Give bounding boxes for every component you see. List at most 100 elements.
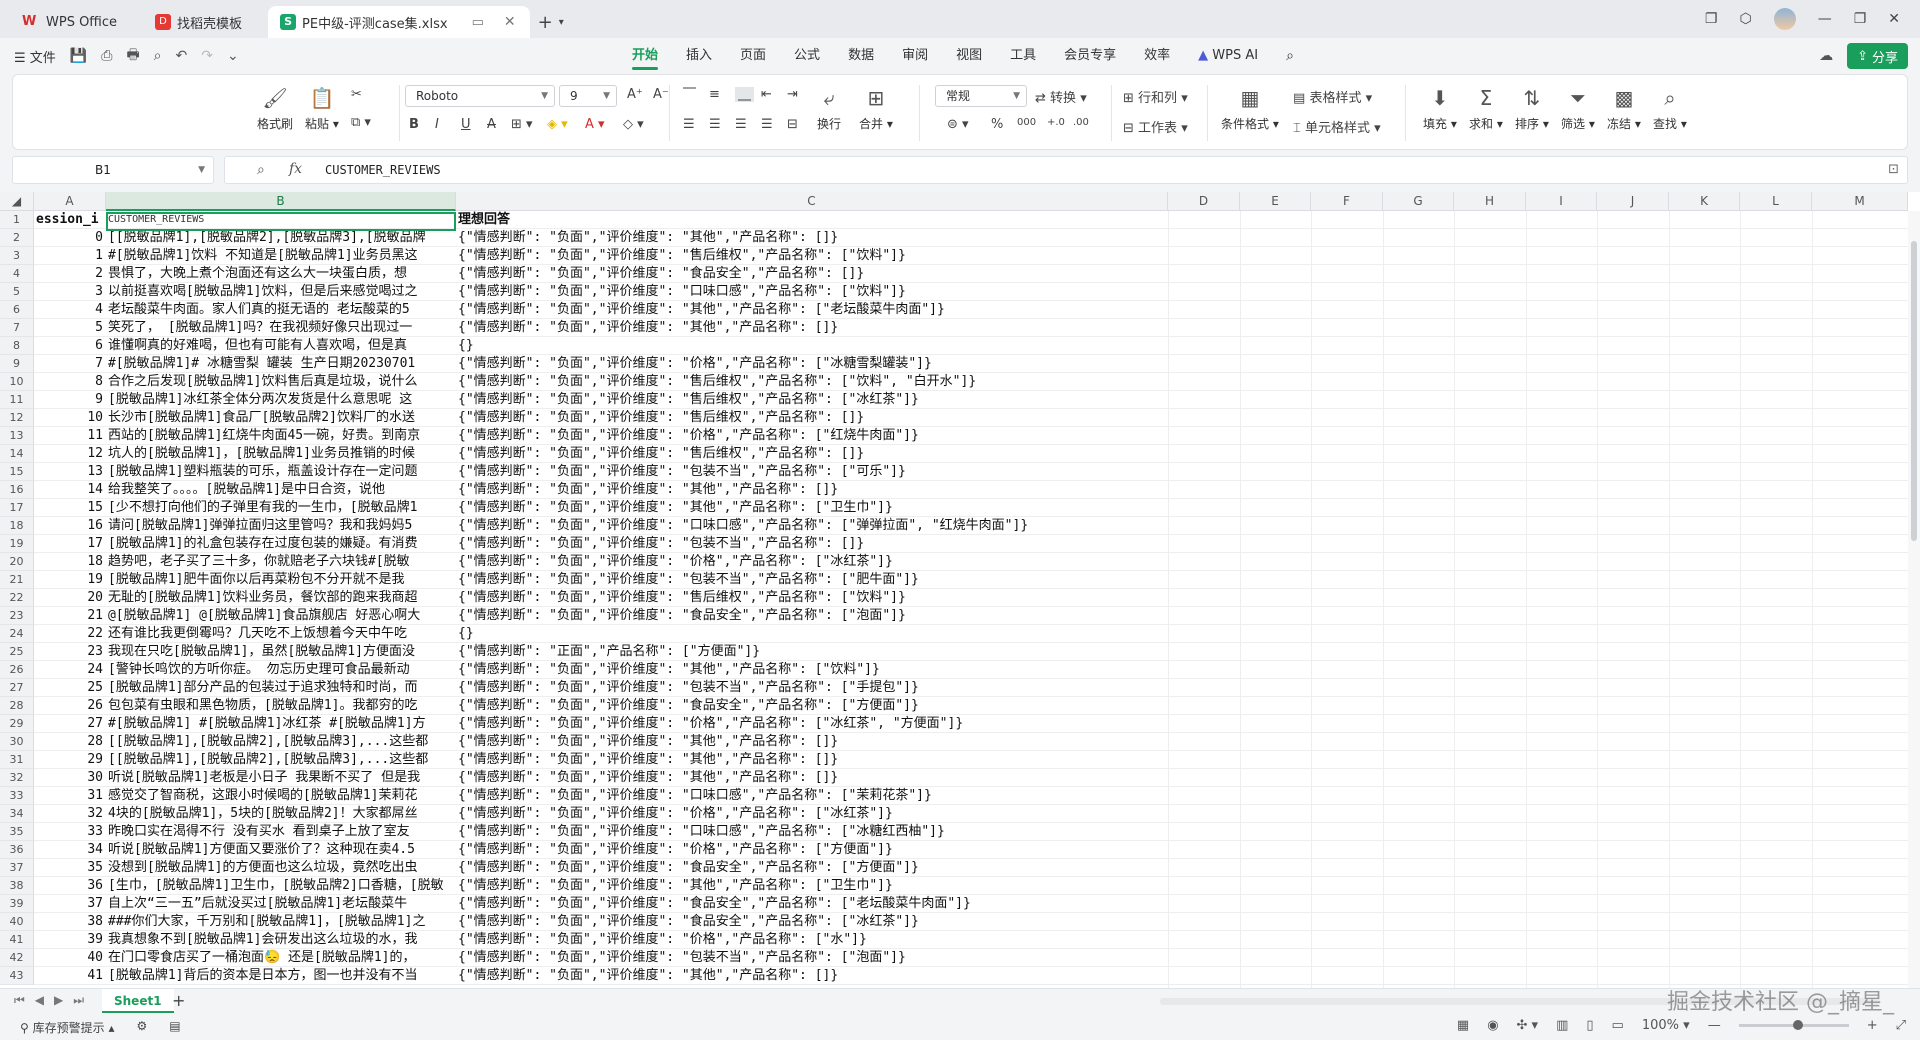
table-row[interactable]: 15 [少不想打向他们的子弹里有我的一生巾，[脱敏品牌1 {"情感判断": "负面"… bbox=[34, 499, 1920, 517]
cell-b1[interactable]: CUSTOMER_REVIEWS bbox=[106, 211, 456, 229]
sheet-nav-icons[interactable]: ⏮◀▶⏭ bbox=[14, 993, 94, 1008]
distribute-icon[interactable]: ⊟ bbox=[787, 117, 798, 132]
cell-b[interactable]: #[脱敏品牌1] #[脱敏品牌1]冰红茶 #[脱敏品牌1]方 bbox=[106, 715, 456, 733]
table-row[interactable]: 17 [脱敏品牌1]的礼盒包装存在过度包装的嫌疑。有消费 {"情感判断": "负面"… bbox=[34, 535, 1920, 553]
minimize-icon[interactable]: — bbox=[1818, 11, 1832, 27]
cell-a[interactable]: 8 bbox=[34, 373, 106, 391]
cell-a[interactable]: 37 bbox=[34, 895, 106, 913]
column-header-b[interactable]: B bbox=[106, 192, 456, 211]
merge-button[interactable]: ⊞ 合并 ▾ bbox=[859, 85, 893, 132]
row-header[interactable]: 24 bbox=[0, 625, 34, 643]
cell-a[interactable]: 2 bbox=[34, 265, 106, 283]
cell-a[interactable]: 6 bbox=[34, 337, 106, 355]
row-header[interactable]: 37 bbox=[0, 859, 34, 877]
add-sheet-icon[interactable]: + bbox=[172, 991, 185, 1010]
spreadsheet-grid[interactable]: ◢ A B C D E F G H I J K L M 1 ession_i C… bbox=[0, 192, 1920, 988]
column-header-j[interactable]: J bbox=[1597, 192, 1669, 211]
cell-a[interactable]: 12 bbox=[34, 445, 106, 463]
row-header[interactable]: 14 bbox=[0, 445, 34, 463]
row-header[interactable]: 19 bbox=[0, 535, 34, 553]
cell-c[interactable]: {"情感判断": "负面","评价维度": "口味口感","产品名称": ["茉… bbox=[456, 787, 1156, 805]
table-row[interactable]: 34 听说[脱敏品牌1]方便面又要涨价了？这种现在卖4.5 {"情感判断": "负面… bbox=[34, 841, 1920, 859]
cell-a[interactable]: 4 bbox=[34, 301, 106, 319]
font-color-icon[interactable]: A ▾ bbox=[585, 117, 605, 132]
table-row[interactable]: 13 [脱敏品牌1]塑料瓶装的可乐，瓶盖设计存在一定问题 {"情感判断": "负面"… bbox=[34, 463, 1920, 481]
cell-b[interactable]: 4块的[脱敏品牌1]，5块的[脱敏品牌2]！大家都屌丝 bbox=[106, 805, 456, 823]
tab-home[interactable]: 开始 bbox=[618, 38, 672, 74]
format-painter-button[interactable]: 🖌 格式刷 bbox=[257, 85, 293, 132]
cell-a[interactable]: 29 bbox=[34, 751, 106, 769]
cell-b[interactable]: 我真想象不到[脱敏品牌1]会研发出这么垃圾的水，我 bbox=[106, 931, 456, 949]
zoom-in-icon[interactable]: + bbox=[1867, 1018, 1878, 1033]
cell-c[interactable]: {"情感判断": "负面","评价维度": "售后维权","产品名称": []} bbox=[456, 409, 1156, 427]
cell-c[interactable]: {"情感判断": "负面","评价维度": "其他","产品名称": []} bbox=[456, 733, 1156, 751]
close-window-icon[interactable]: ✕ bbox=[1888, 11, 1900, 27]
cell-c[interactable]: {"情感判断": "负面","评价维度": "价格","产品名称": ["水"]… bbox=[456, 931, 1156, 949]
row-header[interactable]: 4 bbox=[0, 265, 34, 283]
cell-a[interactable]: 35 bbox=[34, 859, 106, 877]
cell-b[interactable]: [[脱敏品牌1],[脱敏品牌2],[脱敏品牌3],[脱敏品牌 bbox=[106, 229, 456, 247]
cell-b[interactable]: 还有谁比我更倒霉吗？几天吃不上饭想着今天中午吃 bbox=[106, 625, 456, 643]
table-row[interactable]: 24 [警钟长鸣饮的方听你症。 勿忘历史理可食品最新动 {"情感判断": "负面",… bbox=[34, 661, 1920, 679]
cell-a[interactable]: 22 bbox=[34, 625, 106, 643]
cell-a[interactable]: 18 bbox=[34, 553, 106, 571]
row-header[interactable]: 8 bbox=[0, 337, 34, 355]
print-icon[interactable]: 🖶 bbox=[126, 44, 139, 68]
cell-c[interactable]: {"情感判断": "负面","评价维度": "包装不当","产品名称": []} bbox=[456, 535, 1156, 553]
cell-a[interactable]: 10 bbox=[34, 409, 106, 427]
cell-c[interactable]: {"情感判断": "负面","评价维度": "价格","产品名称": ["冰糖雪… bbox=[456, 355, 1156, 373]
cell-c[interactable]: {"情感判断": "负面","评价维度": "其他","产品名称": ["饮料"… bbox=[456, 661, 1156, 679]
conditional-format-button[interactable]: ▦ 条件格式 ▾ bbox=[1221, 85, 1279, 132]
clear-format-icon[interactable]: ◇ ▾ bbox=[623, 117, 644, 132]
cell-a[interactable]: 36 bbox=[34, 877, 106, 895]
maximize-icon[interactable]: ❐ bbox=[1854, 11, 1867, 27]
cell-c1[interactable]: 理想回答 bbox=[456, 211, 1156, 229]
cell-c[interactable]: {"情感判断": "正面","产品名称": ["方便面"]} bbox=[456, 643, 1156, 661]
row-header[interactable]: 11 bbox=[0, 391, 34, 409]
table-row[interactable]: 4 老坛酸菜牛肉面。家人们真的挺无语的 老坛酸菜的5 {"情感判断": "负面","… bbox=[34, 301, 1920, 319]
align-left-icon[interactable]: ☰ bbox=[683, 117, 695, 132]
bold-icon[interactable]: B bbox=[409, 117, 419, 132]
table-row[interactable]: 28 [[脱敏品牌1],[脱敏品牌2],[脱敏品牌3],...这些都 {"情感判断"… bbox=[34, 733, 1920, 751]
cell-b[interactable]: 谁懂啊真的好难喝，但也有可能有人喜欢喝，但是真 bbox=[106, 337, 456, 355]
restore-layout-icon[interactable]: ❐ bbox=[1705, 11, 1718, 27]
row-header[interactable]: 34 bbox=[0, 805, 34, 823]
table-row[interactable]: 33 昨晚口实在渴得不行 没有买水 看到桌子上放了室友 {"情感判断": "负面",… bbox=[34, 823, 1920, 841]
row-header[interactable]: 26 bbox=[0, 661, 34, 679]
italic-icon[interactable]: I bbox=[435, 117, 439, 132]
currency-icon[interactable]: ⊜ ▾ bbox=[947, 117, 969, 132]
cell-c[interactable]: {"情感判断": "负面","评价维度": "其他","产品名称": ["卫生巾… bbox=[456, 499, 1156, 517]
column-header-d[interactable]: D bbox=[1168, 192, 1240, 211]
cell-a[interactable]: 21 bbox=[34, 607, 106, 625]
column-header-c[interactable]: C bbox=[456, 192, 1168, 211]
cell-b[interactable]: 给我整笑了。。。。[脱敏品牌1]是中日合资，说他 bbox=[106, 481, 456, 499]
export-icon[interactable]: ⎙ bbox=[101, 48, 112, 64]
layout-icon[interactable]: ▦ bbox=[1457, 1018, 1469, 1033]
cell-b[interactable]: [脱敏品牌1]塑料瓶装的可乐，瓶盖设计存在一定问题 bbox=[106, 463, 456, 481]
sheet-tab-sheet1[interactable]: Sheet1 bbox=[102, 989, 174, 1013]
cell-b[interactable]: 自上次“三一五”后就没买过[脱敏品牌1]老坛酸菜牛 bbox=[106, 895, 456, 913]
column-header-m[interactable]: M bbox=[1812, 192, 1908, 211]
cell-b[interactable]: #[脱敏品牌1]饮料 不知道是[脱敏品牌1]业务员黑这 bbox=[106, 247, 456, 265]
cell-b[interactable]: [警钟长鸣饮的方听你症。 勿忘历史理可食品最新动 bbox=[106, 661, 456, 679]
row-header[interactable]: 38 bbox=[0, 877, 34, 895]
strikethrough-icon[interactable]: A bbox=[487, 117, 496, 132]
column-header-l[interactable]: L bbox=[1740, 192, 1812, 211]
row-header[interactable]: 7 bbox=[0, 319, 34, 337]
thousands-icon[interactable]: 000 bbox=[1017, 117, 1036, 128]
table-row[interactable]: 10 长沙市[脱敏品牌1]食品厂[脱敏品牌2]饮料厂的水送 {"情感判断": "负面… bbox=[34, 409, 1920, 427]
cell-b[interactable]: 合作之后发现[脱敏品牌1]饮料售后真是垃圾，说什么 bbox=[106, 373, 456, 391]
tab-review[interactable]: 审阅 bbox=[888, 38, 942, 74]
tab-tools[interactable]: 工具 bbox=[996, 38, 1050, 74]
redo-icon[interactable]: ↷ bbox=[201, 48, 213, 64]
cloud-upload-icon[interactable]: ☁ bbox=[1819, 48, 1833, 64]
table-row[interactable]: 41 [脱敏品牌1]背后的资本是日本方，图一也并没有不当 {"情感判断": "负面"… bbox=[34, 967, 1920, 985]
cell-c[interactable]: {"情感判断": "负面","评价维度": "价格","产品名称": ["冰红茶… bbox=[456, 553, 1156, 571]
align-center-icon[interactable]: ☰ bbox=[709, 117, 721, 132]
cell-style-button[interactable]: ⌶ 单元格样式 ▾ bbox=[1293, 117, 1381, 136]
cell-c[interactable]: {"情感判断": "负面","评价维度": "食品安全","产品名称": ["冰… bbox=[456, 913, 1156, 931]
table-row[interactable]: 11 西站的[脱敏品牌1]红烧牛肉面45一碗，好贵。到南京 {"情感判断": "负面… bbox=[34, 427, 1920, 445]
cell-c[interactable]: {"情感判断": "负面","评价维度": "包装不当","产品名称": ["泡… bbox=[456, 949, 1156, 967]
cell-c[interactable]: {"情感判断": "负面","评价维度": "食品安全","产品名称": ["泡… bbox=[456, 607, 1156, 625]
cell-b[interactable]: [生巾，[脱敏品牌1]卫生巾，[脱敏品牌2]口香糖，[脱敏 bbox=[106, 877, 456, 895]
